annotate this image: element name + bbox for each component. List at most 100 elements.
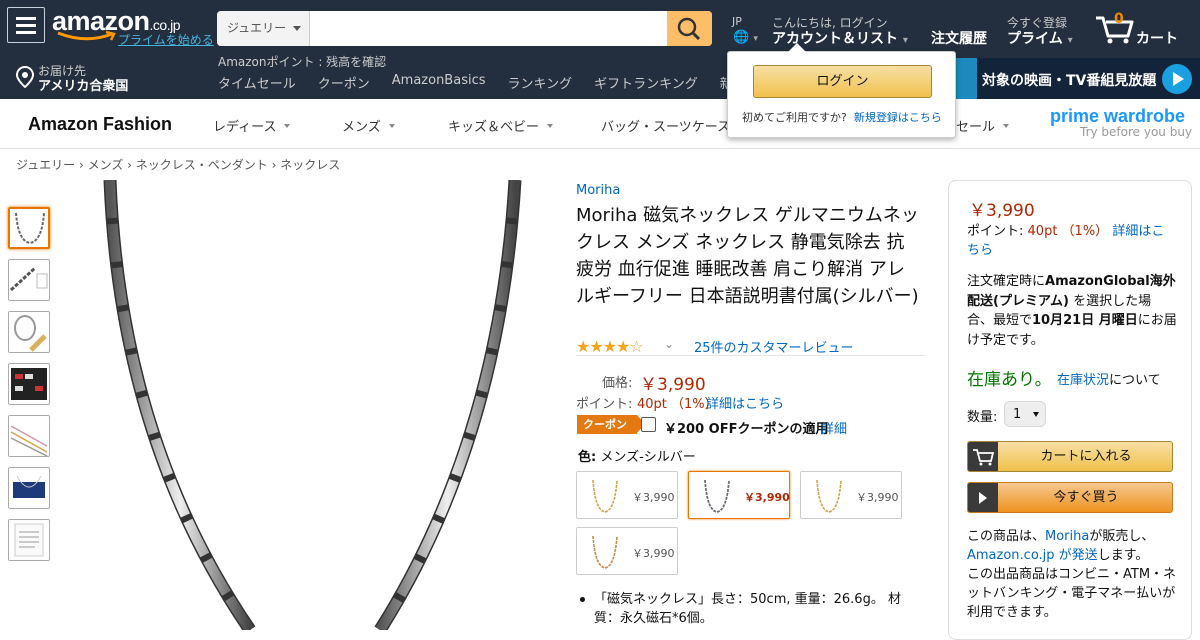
thumbnail-5[interactable] — [8, 415, 50, 457]
prime-menu[interactable]: プライム ▾ — [1007, 28, 1073, 48]
amazon-fashion-logo[interactable]: Amazon Fashion — [28, 114, 172, 135]
signin-popover: ログイン 初めてご利用ですか? 新規登録はこちら — [727, 43, 956, 138]
coupon-checkbox[interactable] — [641, 417, 656, 432]
necklace-detail-icon — [9, 266, 48, 292]
thumbnail-1[interactable] — [8, 207, 50, 249]
subnav-ladies[interactable]: レディース — [213, 116, 291, 135]
star-rating-icon[interactable]: ★★★★☆ — [576, 337, 644, 356]
coupon-details-link[interactable]: 詳細 — [821, 418, 847, 437]
chevron-down-icon — [284, 124, 291, 131]
register-link[interactable]: 新規登録はこちら — [854, 111, 942, 124]
new-user-question: 初めてご利用ですか? — [742, 111, 847, 124]
coupon-text[interactable]: ￥200 OFFクーポンの適用 — [664, 418, 828, 437]
ships-post: します。 — [1097, 548, 1149, 563]
thumbnail-2[interactable] — [8, 259, 50, 301]
coupon-badge: クーポン — [577, 415, 645, 434]
color-swatch-silver[interactable]: ￥3,990 — [688, 471, 790, 519]
quantity-select[interactable]: 1 — [1004, 401, 1046, 427]
seller-pre: この商品は、 — [967, 529, 1046, 544]
buybox-points-value: 40pt （1%） — [1027, 224, 1109, 239]
color-swatch-rose[interactable]: ￥3,990 — [576, 527, 678, 575]
buy-now-button[interactable]: 今すぐ買う — [967, 482, 1173, 513]
chevron-down-icon — [388, 124, 395, 131]
add-to-cart-button[interactable]: カートに入れる — [967, 441, 1173, 472]
swatch-price: ￥3,990 — [632, 547, 675, 560]
ships-from-link[interactable]: Amazon.co.jp が発送 — [967, 548, 1098, 563]
rose-necklace-icon — [592, 535, 618, 569]
reviews-link[interactable]: 25件のカスタマーレビュー — [694, 337, 854, 356]
points-details-link[interactable]: 詳細はこちら — [706, 393, 784, 412]
thumbnail-3[interactable] — [8, 311, 50, 353]
cart-label[interactable]: カート — [1136, 28, 1178, 48]
necklace-box-icon — [14, 315, 47, 352]
gold-necklace-icon — [592, 479, 618, 513]
search-input[interactable] — [310, 11, 667, 46]
language-label[interactable]: JP — [732, 15, 742, 28]
subnav-bags[interactable]: バッグ・スーツケース — [601, 116, 745, 135]
main-product-image[interactable] — [60, 180, 560, 630]
chevron-down-icon: ▾ — [1067, 35, 1073, 46]
login-button[interactable]: ログイン — [753, 65, 932, 98]
subnav-mens[interactable]: メンズ — [342, 116, 395, 135]
add-to-cart-label: カートに入れる — [1040, 449, 1132, 464]
prime-wardrobe-tagline: Try before you buy — [1080, 125, 1193, 139]
nav-timesale[interactable]: タイムセール — [218, 73, 296, 92]
chevron-down-icon[interactable]: ⌄ — [664, 337, 674, 351]
info-graphic-icon — [11, 368, 47, 400]
chevron-down-icon — [547, 124, 554, 131]
breadcrumb[interactable]: ジュエリー › メンズ › ネックレス・ペンダント › ネックレス — [16, 156, 340, 173]
fashion-subnav — [0, 99, 1200, 149]
chevron-down-icon — [1033, 412, 1039, 420]
color-selection: 色: メンズ-シルバー — [578, 446, 696, 465]
thumbnail-4[interactable] — [8, 363, 50, 405]
hamburger-menu-icon[interactable] — [7, 7, 45, 43]
price-label: 価格: — [602, 376, 633, 391]
thumbnail-7[interactable] — [8, 519, 50, 561]
seller-mid: が販売し、 — [1089, 529, 1155, 544]
points-label: ポイント: — [576, 397, 633, 412]
color-swatch-gold-2[interactable]: ￥3,990 — [800, 471, 902, 519]
ship-pre: 注文確定時に — [967, 274, 1046, 289]
subnav-kids[interactable]: キッズ＆ベビー — [448, 116, 554, 135]
orders-link[interactable]: 注文履歴 — [931, 28, 987, 48]
brand-link[interactable]: Moriha — [576, 183, 620, 198]
play-icon[interactable] — [1162, 64, 1192, 94]
prime-start-link[interactable]: プライムを始める — [118, 31, 214, 48]
nav-amazonbasics[interactable]: AmazonBasics — [392, 73, 486, 92]
necklace-variants-icon — [10, 425, 48, 456]
color-label: 色: — [578, 450, 597, 465]
cart-icon — [968, 442, 998, 471]
quantity-value: 1 — [1013, 407, 1022, 422]
nav-ranking[interactable]: ランキング — [508, 73, 573, 92]
thumbnail-6[interactable] — [8, 467, 50, 509]
new-user-prompt: 初めてご利用ですか? 新規登録はこちら — [742, 109, 942, 125]
gold-necklace-icon — [816, 479, 842, 513]
stock-status-link[interactable]: 在庫状況 — [1057, 373, 1109, 388]
globe-icon[interactable]: 🌐 ▾ — [733, 30, 758, 45]
ship-date: 10月21日 月曜日 — [1032, 313, 1138, 328]
search-category-select[interactable]: ジュエリー — [217, 11, 310, 46]
subnav-bags-label: バッグ・スーツケース — [601, 120, 731, 135]
buybox-points-label: ポイント: — [967, 224, 1024, 239]
chevron-down-icon — [1003, 124, 1010, 131]
globe-glyph: 🌐 — [733, 30, 750, 45]
amazon-points-link[interactable]: Amazonポイント : 残高を確認 — [218, 53, 386, 70]
nav-gift-ranking[interactable]: ギフトランキング — [594, 73, 698, 92]
banner-text[interactable]: 対象の映画・TV番組見放題 — [982, 70, 1156, 90]
feature-bullet-text: 「磁気ネックレス」長さ：50cm, 重量：26.6g。 材質：永久磁石*6個。 — [594, 592, 901, 626]
subnav-sale[interactable]: セール — [956, 116, 1010, 135]
search-category-label: ジュエリー — [227, 21, 287, 35]
search-bar: ジュエリー — [217, 11, 712, 46]
package-icon — [13, 475, 45, 498]
deliver-location[interactable]: アメリカ合衆国 — [38, 75, 128, 94]
search-button[interactable] — [667, 11, 712, 46]
nav-coupon[interactable]: クーポン — [318, 73, 370, 92]
play-icon — [968, 483, 998, 512]
prime-wardrobe-logo[interactable]: prime wardrobe — [1050, 106, 1185, 127]
color-swatch-gold[interactable]: ￥3,990 — [576, 471, 678, 519]
seller-link[interactable]: Moriha — [1045, 529, 1089, 544]
chevron-down-icon: ▾ — [902, 35, 908, 46]
buybox-points: ポイント: 40pt （1%） 詳細はこちら — [967, 222, 1177, 260]
chevron-down-icon — [293, 26, 301, 35]
prime-label: プライム — [1007, 31, 1063, 47]
